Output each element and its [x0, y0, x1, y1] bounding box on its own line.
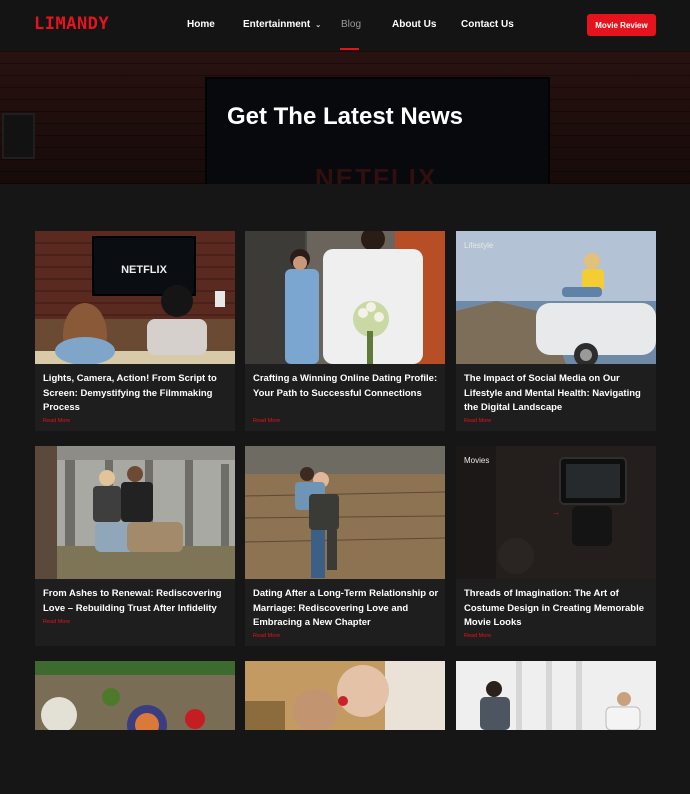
post-image[interactable] — [245, 231, 445, 364]
post-card[interactable]: Crafting a Winning Online Dating Profile… — [245, 231, 445, 431]
post-title[interactable]: Dating After a Long-Term Relationship or… — [253, 587, 443, 631]
post-image[interactable]: NETFLIX — [35, 231, 235, 364]
nav-entertainment-label: Entertainment — [243, 19, 311, 30]
post-card[interactable]: From Ashes to Renewal: Rediscovering Lov… — [35, 446, 235, 646]
post-card[interactable] — [456, 661, 656, 731]
movie-review-button[interactable]: Movie Review — [587, 14, 656, 36]
nav-home[interactable]: Home — [187, 19, 215, 30]
post-image[interactable]: Movies → — [456, 446, 656, 579]
nav-blog[interactable]: Blog — [341, 19, 361, 30]
post-title[interactable]: The Impact of Social Media on Our Lifest… — [464, 372, 654, 416]
chevron-down-icon: ⌄ — [315, 22, 322, 29]
post-card[interactable]: NETFLIX Lights, Camera, Action! From Scr… — [35, 231, 235, 431]
post-title[interactable]: Crafting a Winning Online Dating Profile… — [253, 372, 443, 401]
hero-banner: NETFLIX Get The Latest News — [0, 51, 690, 184]
read-more-link[interactable]: Read More — [43, 418, 70, 424]
post-card[interactable]: Lifestyle The Impact of Social Media on … — [456, 231, 656, 431]
category-tag[interactable]: Movies — [464, 456, 489, 465]
nav-about-us[interactable]: About Us — [392, 19, 436, 30]
nav-entertainment[interactable]: Entertainment ⌄ — [243, 19, 321, 30]
post-title[interactable]: Lights, Camera, Action! From Script to S… — [43, 372, 233, 416]
page-title: Get The Latest News — [226, 103, 464, 130]
post-image[interactable] — [245, 446, 445, 579]
read-more-link[interactable]: Read More — [43, 619, 70, 625]
post-card[interactable]: Movies → Threads of Imagination: The Art… — [456, 446, 656, 646]
post-image[interactable] — [35, 661, 235, 794]
category-tag[interactable]: Lifestyle — [464, 241, 493, 250]
read-more-link[interactable]: Read More — [253, 633, 280, 639]
post-image[interactable] — [35, 446, 235, 579]
svg-text:NETFLIX: NETFLIX — [121, 264, 167, 276]
nav-active-indicator — [340, 48, 359, 50]
read-more-link[interactable]: Read More — [464, 633, 491, 639]
post-card[interactable] — [245, 661, 445, 733]
read-more-link[interactable]: Read More — [253, 418, 280, 424]
post-card[interactable] — [35, 661, 235, 745]
read-more-link[interactable]: Read More — [464, 418, 491, 424]
post-card[interactable]: Dating After a Long-Term Relationship or… — [245, 446, 445, 646]
arrow-right-icon: → — [552, 508, 560, 517]
post-title[interactable]: From Ashes to Renewal: Rediscovering Lov… — [43, 587, 233, 616]
post-title[interactable]: Threads of Imagination: The Art of Costu… — [464, 587, 654, 631]
nav-contact-us[interactable]: Contact Us — [461, 19, 514, 30]
post-image[interactable]: Lifestyle — [456, 231, 656, 364]
site-logo[interactable]: LIMANDY — [34, 14, 109, 34]
post-image[interactable] — [456, 661, 656, 794]
site-header: LIMANDY Home Entertainment ⌄ Blog About U… — [0, 0, 690, 51]
post-image[interactable] — [245, 661, 445, 794]
